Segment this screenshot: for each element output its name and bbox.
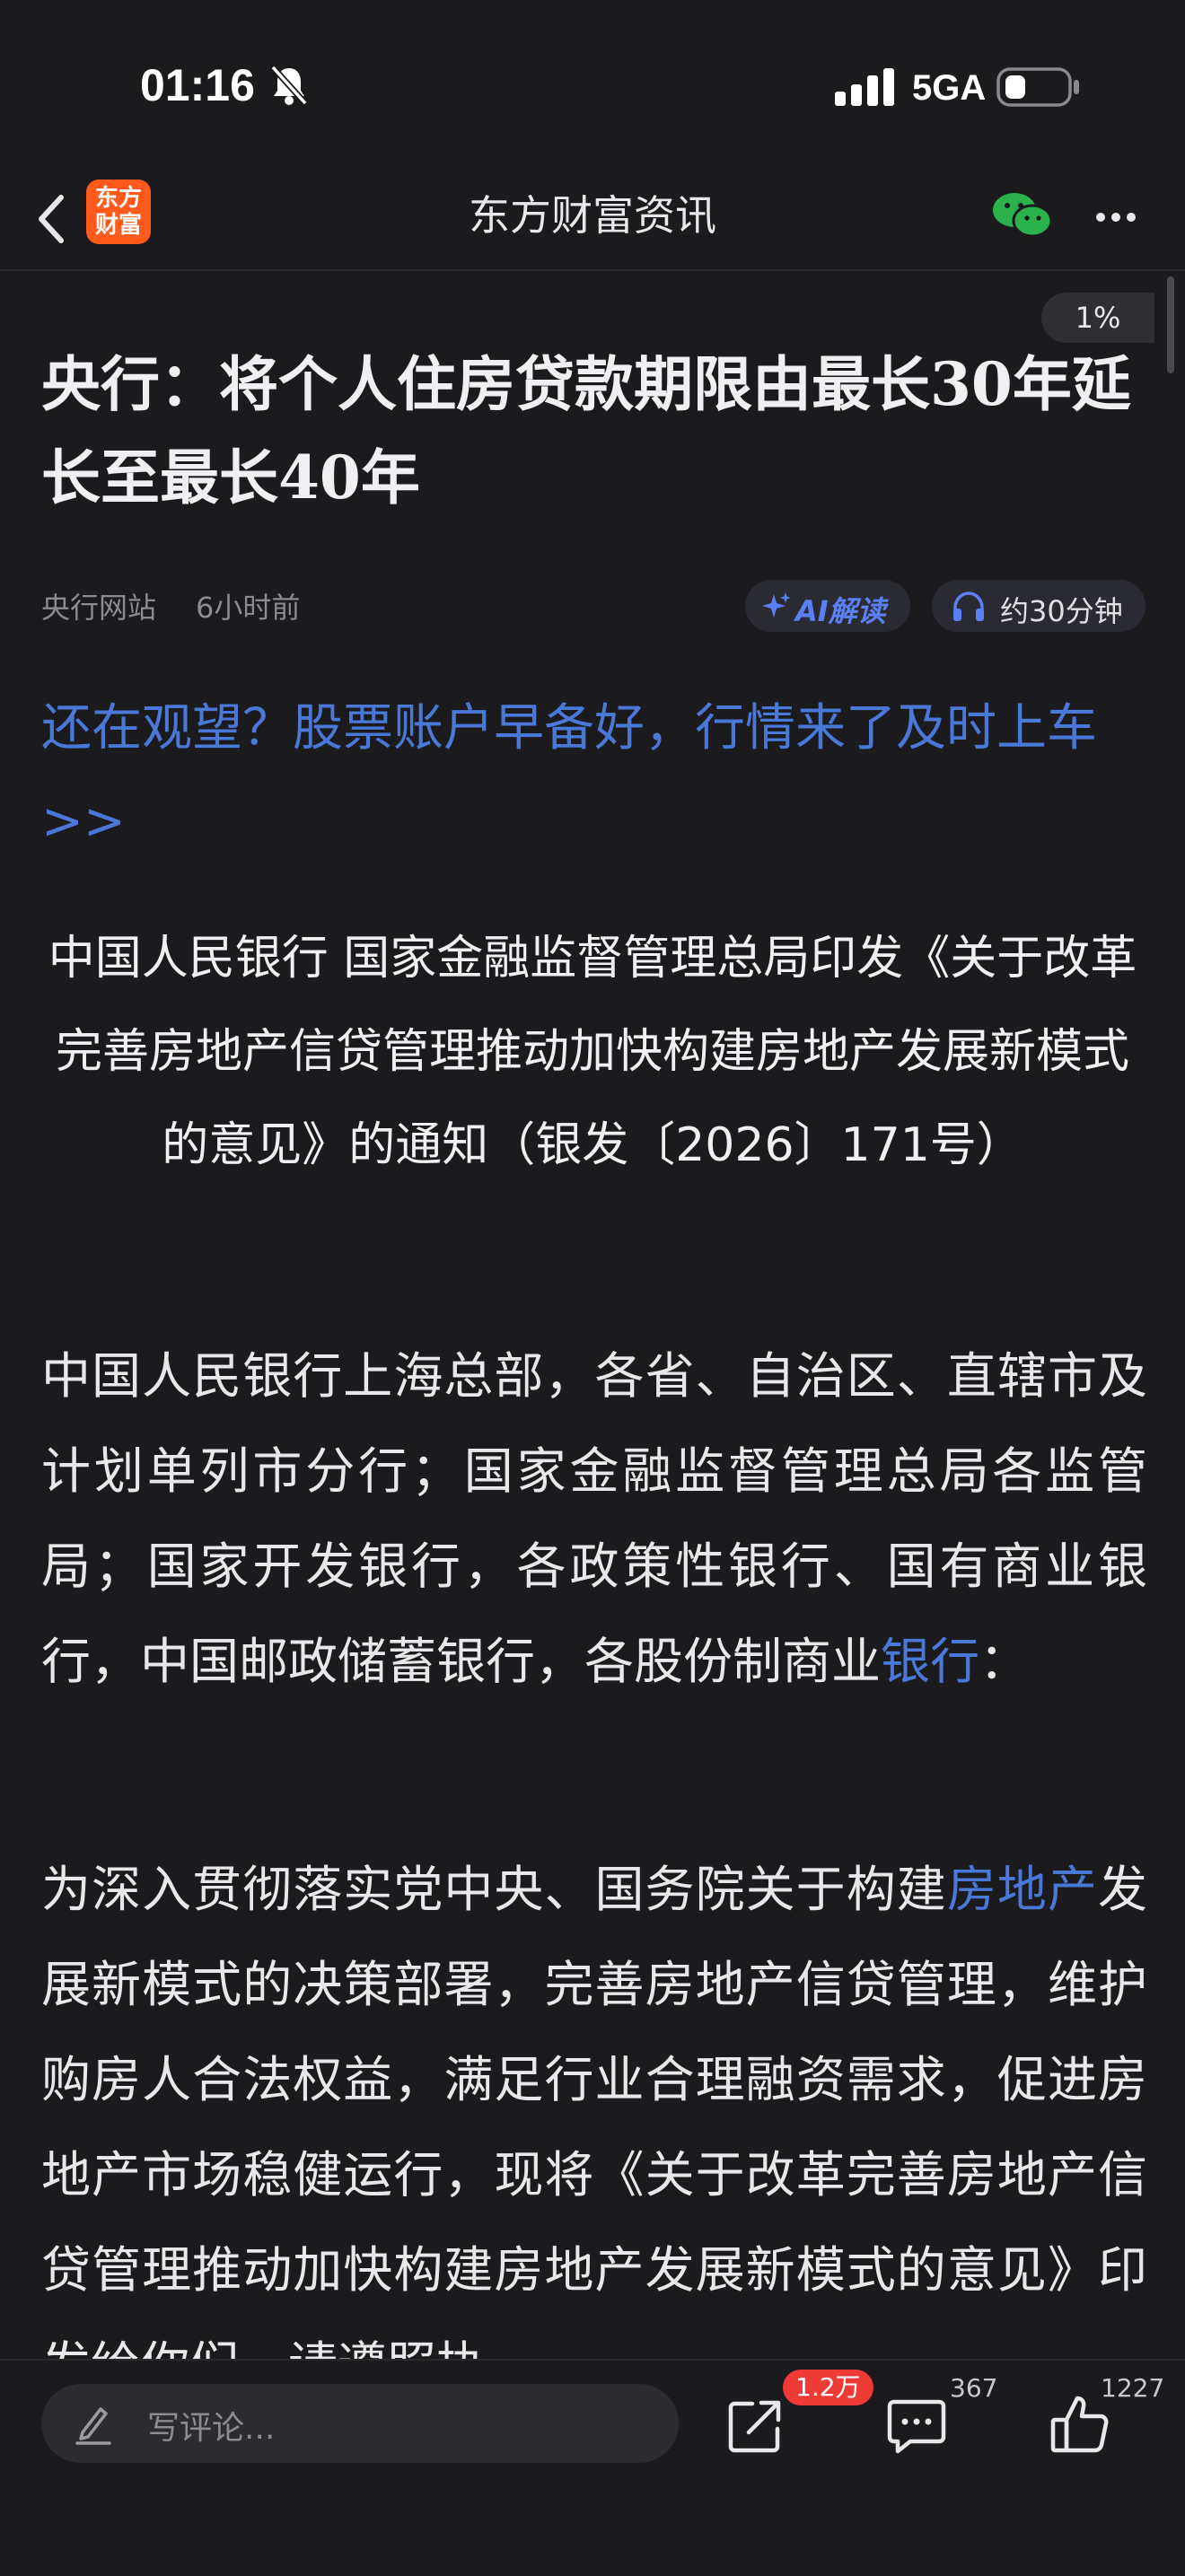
promo-link[interactable]: 还在观望？股票账户早备好，行情来了及时上车>> bbox=[41, 682, 1154, 869]
status-time: 01:16 bbox=[140, 60, 255, 110]
ai-star-icon bbox=[762, 592, 791, 618]
like-count: 1227 bbox=[1101, 2373, 1165, 2403]
network-type: 5GA bbox=[912, 68, 987, 108]
paragraph-text: 为深入贯彻落实党中央、国务院关于构建 bbox=[41, 1861, 947, 1918]
share-icon[interactable] bbox=[727, 2398, 783, 2454]
nav-bar: 东方 财富 东方财富资讯 bbox=[0, 171, 1185, 271]
signal-icon bbox=[835, 68, 894, 106]
comment-icon[interactable] bbox=[887, 2398, 946, 2454]
listen-duration: 约30分钟 bbox=[1000, 594, 1123, 628]
article-time: 6小时前 bbox=[196, 591, 301, 625]
listen-button[interactable]: 约30分钟 bbox=[932, 580, 1146, 632]
ai-interpret-button[interactable]: AI解读 bbox=[745, 580, 910, 632]
bottom-action-bar: 写评论... 1.2万 367 1227 bbox=[0, 2359, 1185, 2576]
comment-placeholder: 写评论... bbox=[147, 2410, 276, 2447]
keyword-link-real-estate[interactable]: 房地产 bbox=[947, 1861, 1098, 1918]
article-paragraph-2: 为深入贯彻落实党中央、国务院关于构建房地产发展新模式的决策部署，完善房地产信贷管… bbox=[41, 1842, 1147, 2413]
bell-off-icon bbox=[270, 65, 308, 106]
wechat-icon[interactable] bbox=[991, 190, 1054, 239]
article-paragraph-1: 中国人民银行上海总部，各省、自治区、直辖市及计划单列市分行；国家金融监督管理总局… bbox=[41, 1328, 1147, 1709]
status-bar: 01:16 5GA bbox=[0, 0, 1185, 171]
pencil-icon bbox=[75, 2407, 111, 2445]
keyword-link-bank[interactable]: 银行 bbox=[881, 1633, 979, 1690]
share-count-badge: 1.2万 bbox=[783, 2370, 873, 2405]
like-icon[interactable] bbox=[1050, 2395, 1110, 2454]
notice-title: 中国人民银行 国家金融监督管理总局印发《关于改革完善房地产信贷管理推动加快构建房… bbox=[48, 932, 1137, 1172]
reading-progress-badge: 1% bbox=[1041, 293, 1154, 343]
battery-icon bbox=[996, 67, 1079, 107]
scrollbar-thumb[interactable] bbox=[1167, 276, 1174, 373]
article-title: 央行：将个人住房贷款期限由最长30年延长至最长40年 bbox=[41, 349, 1131, 513]
headphone-icon bbox=[953, 591, 984, 621]
article-source: 央行网站 bbox=[41, 591, 157, 625]
paragraph-text: ： bbox=[979, 1633, 1030, 1690]
comment-input[interactable]: 写评论... bbox=[41, 2384, 679, 2463]
comment-count: 367 bbox=[950, 2373, 998, 2403]
paragraph-text: 发展新模式的决策部署，完善房地产信贷管理，维护购房人合法权益，满足行业合理融资需… bbox=[41, 1861, 1147, 2394]
ai-interpret-label: AI解读 bbox=[795, 594, 886, 628]
more-icon[interactable] bbox=[1093, 199, 1138, 235]
